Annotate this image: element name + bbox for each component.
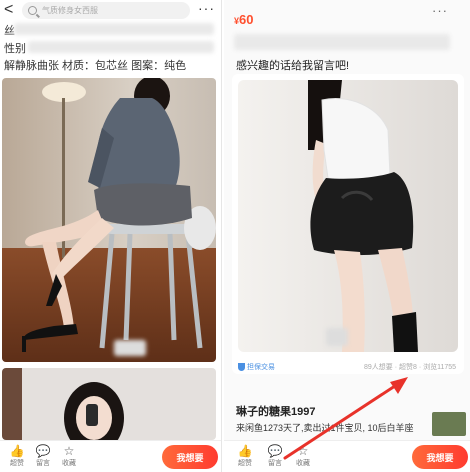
censored-watermark	[326, 328, 348, 346]
search-input[interactable]: 气质修身女西服	[22, 2, 190, 19]
censored-watermark	[114, 340, 146, 356]
like-label: 超赞	[238, 460, 252, 467]
want-button[interactable]: 我想要	[162, 445, 218, 469]
seller-meta: 来闲鱼1273天了,卖出过1件宝贝, 10后白羊座	[236, 423, 414, 433]
product-photo-secondary[interactable]	[2, 368, 216, 440]
product-photo-secondary-illustration	[2, 368, 216, 440]
seller-name[interactable]: 琳子的糖果1997	[236, 403, 315, 419]
product-photo-illustration	[238, 80, 458, 352]
price: ¥60	[234, 11, 253, 29]
star-icon: ☆	[63, 444, 75, 458]
censored-description	[234, 34, 450, 50]
comment-icon: 💬	[35, 444, 51, 458]
like-label: 超赞	[10, 460, 24, 467]
price-value: 60	[239, 12, 254, 27]
product-photo-illustration	[2, 78, 216, 362]
search-placeholder: 气质修身女西服	[42, 6, 98, 15]
comment-button[interactable]: 💬 留言	[30, 444, 56, 468]
like-button[interactable]: 👍 超赞	[4, 444, 30, 468]
more-icon[interactable]: ···	[198, 0, 215, 16]
like-icon: 👍	[9, 444, 25, 458]
left-screenshot-panel: < 气质修身女西服 ··· 丝 性别 解静脉曲张 材质：包芯丝 图案：纯色 👍 …	[0, 0, 222, 472]
favorite-button[interactable]: ☆ 收藏	[56, 444, 82, 468]
guarantee-label: 担保交易	[247, 364, 275, 371]
left-bottom-action-bar: 👍 超赞 💬 留言 ☆ 收藏 我想要	[0, 440, 221, 472]
listing-stats: 89人想要 · 超赞8 · 浏览11755	[364, 364, 457, 371]
comment-button[interactable]: 💬 留言	[262, 444, 288, 468]
comment-label: 留言	[268, 460, 282, 467]
comment-icon: 💬	[267, 444, 283, 458]
censored-text-2	[28, 41, 214, 53]
like-icon: 👍	[237, 444, 253, 458]
shield-icon	[238, 363, 245, 371]
right-screenshot-panel: ¥60 ··· 感兴趣的话给我留言吧! 担保交易 89人想要 · 超赞8 · 浏…	[224, 0, 470, 472]
product-card	[232, 74, 464, 374]
left-top-bar: < 气质修身女西服 ···	[0, 0, 221, 22]
want-button[interactable]: 我想要	[412, 445, 468, 469]
star-icon: ☆	[297, 444, 309, 458]
back-icon[interactable]: <	[4, 2, 13, 18]
product-photo-main[interactable]	[2, 78, 216, 362]
description-text: 感兴趣的话给我留言吧!	[236, 60, 350, 72]
censored-text-1	[14, 23, 214, 35]
search-icon	[28, 6, 37, 15]
more-icon[interactable]: ···	[432, 3, 448, 18]
description-line-2: 性别	[4, 43, 26, 55]
right-bottom-action-bar: 👍 超赞 💬 留言 ☆ 收藏 我想要	[224, 440, 470, 472]
description-line-3: 解静脉曲张 材质：包芯丝 图案：纯色	[4, 60, 187, 72]
guarantee-badge[interactable]: 担保交易	[238, 362, 275, 372]
seller-thumbnail[interactable]	[432, 412, 466, 436]
favorite-label: 收藏	[62, 460, 76, 467]
favorite-button[interactable]: ☆ 收藏	[290, 444, 316, 468]
like-button[interactable]: 👍 超赞	[232, 444, 258, 468]
favorite-label: 收藏	[296, 460, 310, 467]
comment-label: 留言	[36, 460, 50, 467]
product-photo-main[interactable]	[238, 80, 458, 352]
